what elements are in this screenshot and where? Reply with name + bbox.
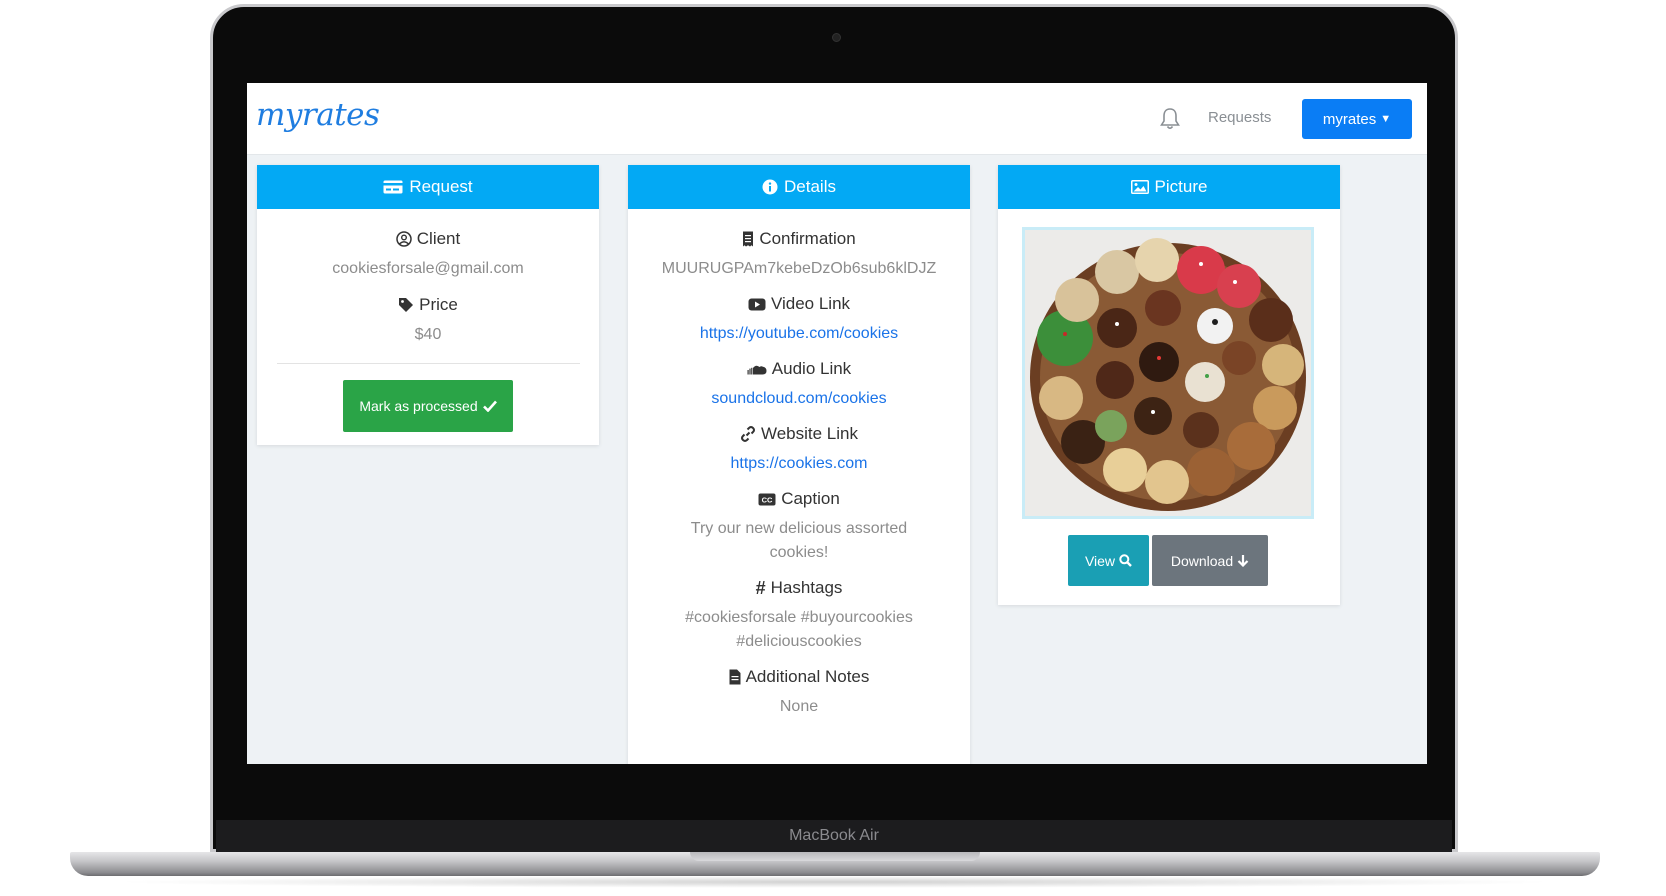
- youtube-icon: [748, 298, 766, 310]
- info-circle-icon: [762, 179, 778, 195]
- picture-card-header: Picture: [998, 165, 1340, 209]
- file-icon: [729, 669, 741, 685]
- video-link-label: Video Link: [770, 294, 851, 313]
- tag-icon: [399, 298, 414, 312]
- audio-link-label: Audio Link: [771, 359, 852, 378]
- confirmation-field: Confirmation MUURUGPAm7kebeDzOb6sub6klDJ…: [628, 227, 970, 281]
- image-icon: [1130, 180, 1149, 194]
- website-link-value[interactable]: https://cookies.com: [628, 452, 970, 476]
- camera: [832, 33, 841, 42]
- bell-icon[interactable]: [1159, 107, 1181, 131]
- details-card-header: Details: [628, 165, 970, 209]
- price-field: Price $40: [257, 293, 599, 347]
- client-field: Client cookiesforsale@gmail.com: [257, 227, 599, 281]
- audio-link-value[interactable]: soundcloud.com/cookies: [628, 387, 970, 411]
- logo[interactable]: myrates: [256, 97, 380, 133]
- client-value: cookiesforsale@gmail.com: [332, 260, 524, 277]
- price-label: Price: [419, 295, 458, 314]
- mark-processed-label: Mark as processed: [359, 398, 478, 414]
- confirmation-label: Confirmation: [759, 229, 856, 248]
- view-label: View: [1084, 552, 1116, 569]
- hashtags-field: # Hashtags #cookiesforsale #buyourcookie…: [628, 576, 970, 654]
- cookie-platter-photo[interactable]: [1022, 227, 1314, 519]
- divider: [276, 363, 580, 364]
- additional-notes-field: Additional Notes None: [628, 665, 970, 719]
- details-card-title: Details: [784, 177, 836, 196]
- additional-notes-label: Additional Notes: [745, 667, 870, 686]
- search-icon: [1119, 554, 1132, 567]
- user-menu-button[interactable]: myrates ▼: [1302, 99, 1412, 139]
- download-label: Download: [1170, 552, 1234, 569]
- navbar: myrates Requests myrates ▼: [247, 83, 1427, 155]
- website-link-field: Website Link https://cookies.com: [628, 422, 970, 476]
- audio-link-field: Audio Link soundcloud.com/cookies: [628, 357, 970, 411]
- view-button[interactable]: View: [1068, 535, 1149, 586]
- requests-link[interactable]: Requests: [1208, 109, 1271, 126]
- request-card-title: Request: [409, 177, 473, 196]
- hashtag-icon: #: [755, 577, 766, 598]
- app-screen: myrates Requests myrates ▼ Request Clien…: [247, 83, 1427, 764]
- caption-field: CC Caption Try our new delicious assorte…: [628, 487, 970, 565]
- picture-actions: View Download: [1068, 535, 1268, 586]
- user-circle-icon: [396, 231, 412, 247]
- download-button[interactable]: Download: [1152, 535, 1268, 586]
- video-link-field: Video Link https://youtube.com/cookies: [628, 292, 970, 346]
- picture-card: Picture View Download: [998, 165, 1340, 605]
- video-link-value[interactable]: https://youtube.com/cookies: [628, 322, 970, 346]
- chevron-down-icon: ▼: [1380, 113, 1392, 125]
- closed-captions-icon: CC: [758, 493, 776, 505]
- confirmation-value: MUURUGPAm7kebeDzOb6sub6klDJZ: [661, 260, 937, 277]
- soundcloud-icon: [747, 365, 767, 374]
- link-icon: [740, 426, 755, 442]
- laptop-shadow: [110, 876, 1560, 888]
- details-card: Details Confirmation MUURUGPAm7kebeDzOb6…: [628, 165, 970, 764]
- svg-text:CC: CC: [762, 495, 773, 504]
- brand-label: MacBook Air: [789, 827, 879, 844]
- picture-card-title: Picture: [1154, 177, 1208, 196]
- arrow-down-icon: [1237, 555, 1249, 567]
- price-value: $40: [414, 326, 442, 343]
- request-card: Request Client cookiesforsale@gmail.com …: [257, 165, 599, 445]
- hashtags-value: #cookiesforsale #buyourcookies #deliciou…: [685, 609, 913, 650]
- additional-notes-value: None: [779, 698, 819, 715]
- caption-label: Caption: [781, 489, 840, 508]
- credit-card-icon: [383, 180, 403, 194]
- website-link-label: Website Link: [760, 424, 858, 443]
- caption-value: Try our new delicious assorted cookies!: [690, 520, 908, 561]
- user-menu-label: myrates: [1322, 110, 1377, 128]
- mark-processed-button[interactable]: Mark as processed: [343, 380, 513, 432]
- check-icon: [482, 400, 497, 412]
- receipt-icon: [743, 231, 754, 247]
- hashtags-label: Hashtags: [770, 578, 843, 597]
- laptop-chin: MacBook Air: [216, 820, 1452, 852]
- client-label: Client: [416, 229, 461, 248]
- request-card-header: Request: [257, 165, 599, 209]
- laptop-notch: [690, 852, 980, 861]
